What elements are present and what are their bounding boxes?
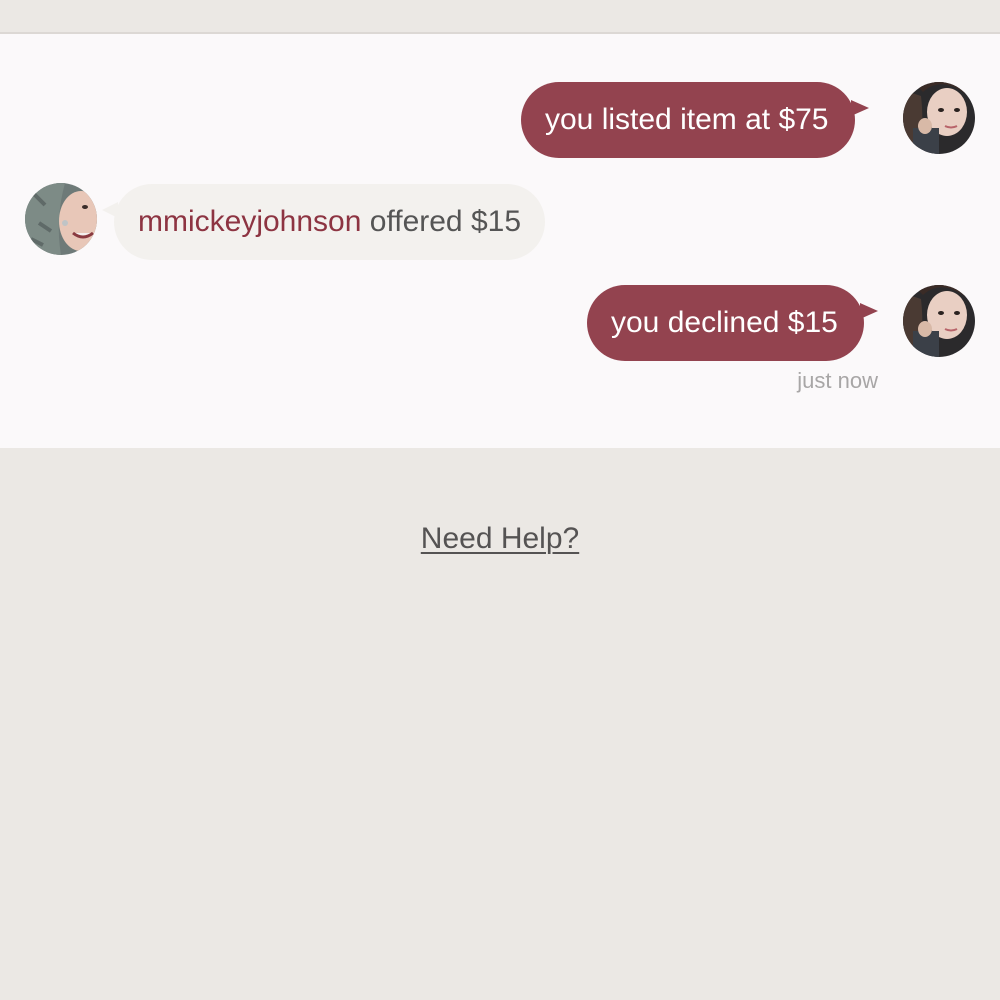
- user-avatar-photo: [903, 285, 975, 357]
- incoming-message-bubble: mmickeyjohnson offered $15: [102, 184, 546, 260]
- top-header-strip: [0, 0, 1000, 34]
- user-avatar[interactable]: [903, 285, 975, 357]
- outgoing-message-bubble: you declined $15: [587, 285, 878, 361]
- outgoing-message-bubble: you listed item at $75: [521, 82, 869, 158]
- bubble-tail: [859, 303, 878, 319]
- buyer-avatar[interactable]: [25, 183, 97, 255]
- message-text: you declined $15: [611, 306, 838, 339]
- user-avatar[interactable]: [903, 82, 975, 154]
- buyer-username-link[interactable]: mmickeyjohnson: [138, 205, 361, 239]
- bubble-tail: [850, 100, 869, 116]
- message-text: offered $15: [361, 205, 522, 238]
- bubble-tail: [102, 202, 118, 218]
- message-text: you listed item at $75: [545, 103, 829, 136]
- message-timestamp: just now: [797, 368, 878, 393]
- need-help-link[interactable]: Need Help?: [0, 522, 1000, 556]
- buyer-avatar-photo: [25, 183, 97, 255]
- user-avatar-photo: [903, 82, 975, 154]
